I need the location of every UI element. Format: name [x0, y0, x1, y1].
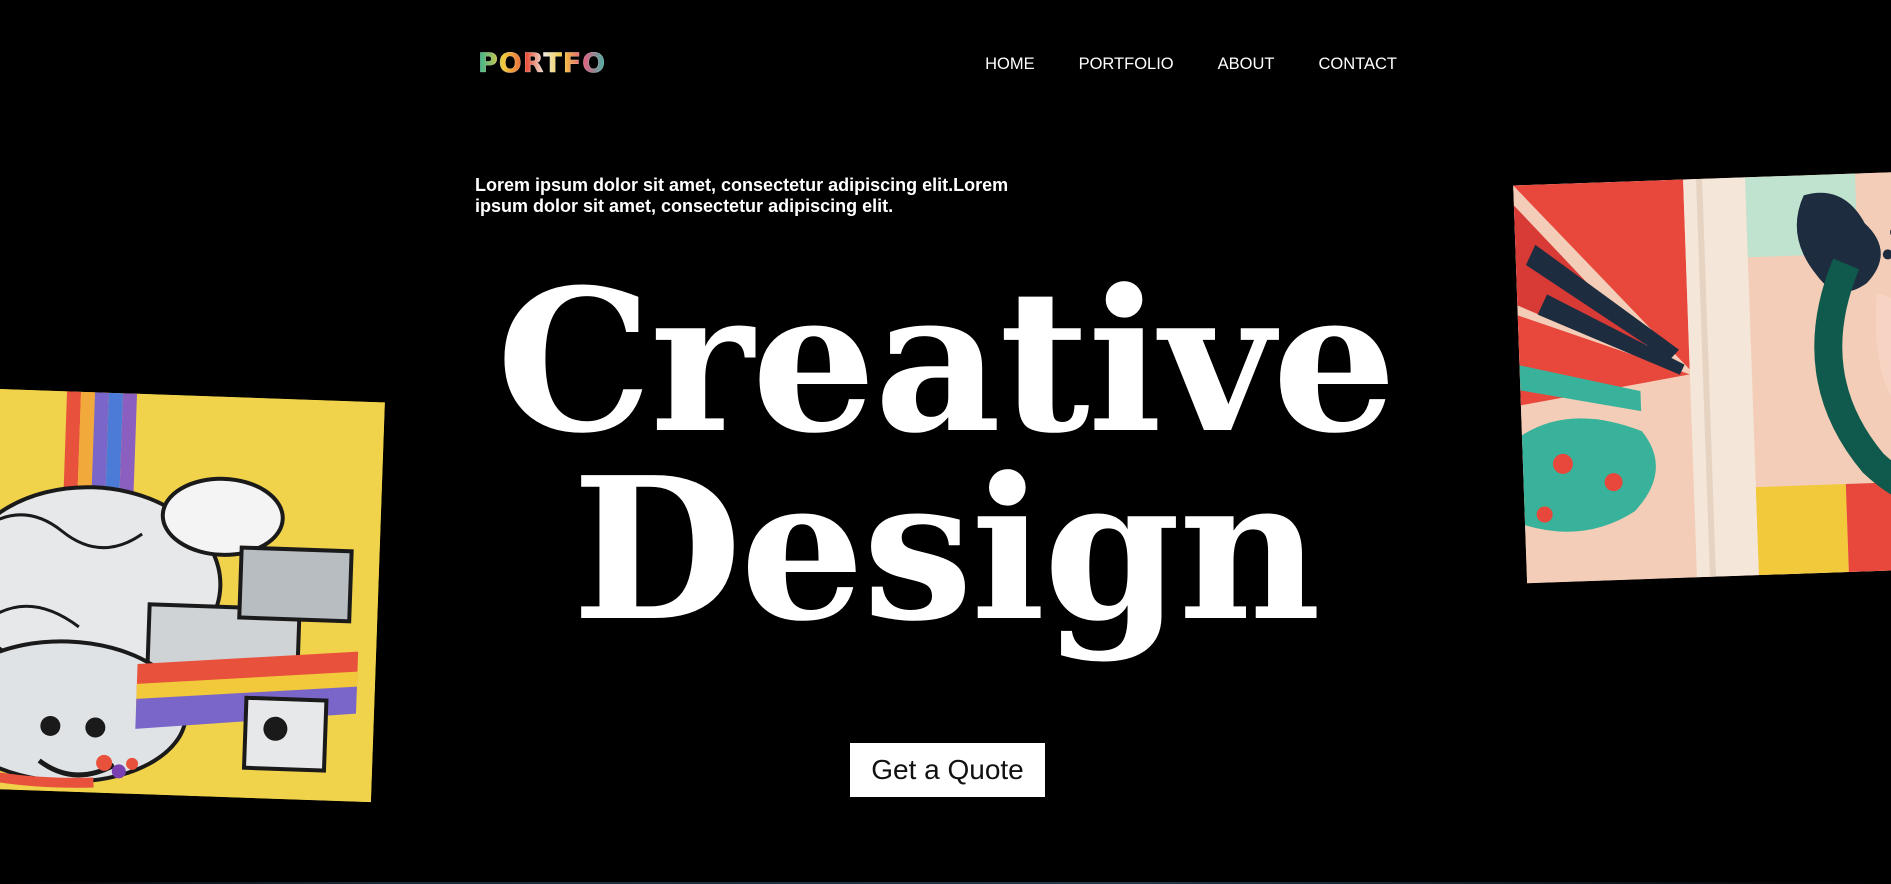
main-nav: HOME PORTFOLIO ABOUT CONTACT — [985, 56, 1397, 73]
nav-contact-link[interactable]: CONTACT — [1318, 56, 1397, 73]
nav-portfolio-link[interactable]: PORTFOLIO — [1079, 56, 1174, 73]
get-quote-button[interactable]: Get a Quote — [850, 743, 1045, 797]
nav-about-link[interactable]: ABOUT — [1218, 56, 1275, 73]
hero-intro-text: Lorem ipsum dolor sit amet, consectetur … — [475, 175, 1009, 216]
nav-home-link[interactable]: HOME — [985, 56, 1035, 73]
hero-title-line-2: Design — [571, 435, 1321, 665]
hero-title: Creative Design — [0, 247, 1891, 665]
logo[interactable]: PORTFO — [478, 50, 606, 78]
hero-title-line-1: Creative — [496, 247, 1397, 477]
